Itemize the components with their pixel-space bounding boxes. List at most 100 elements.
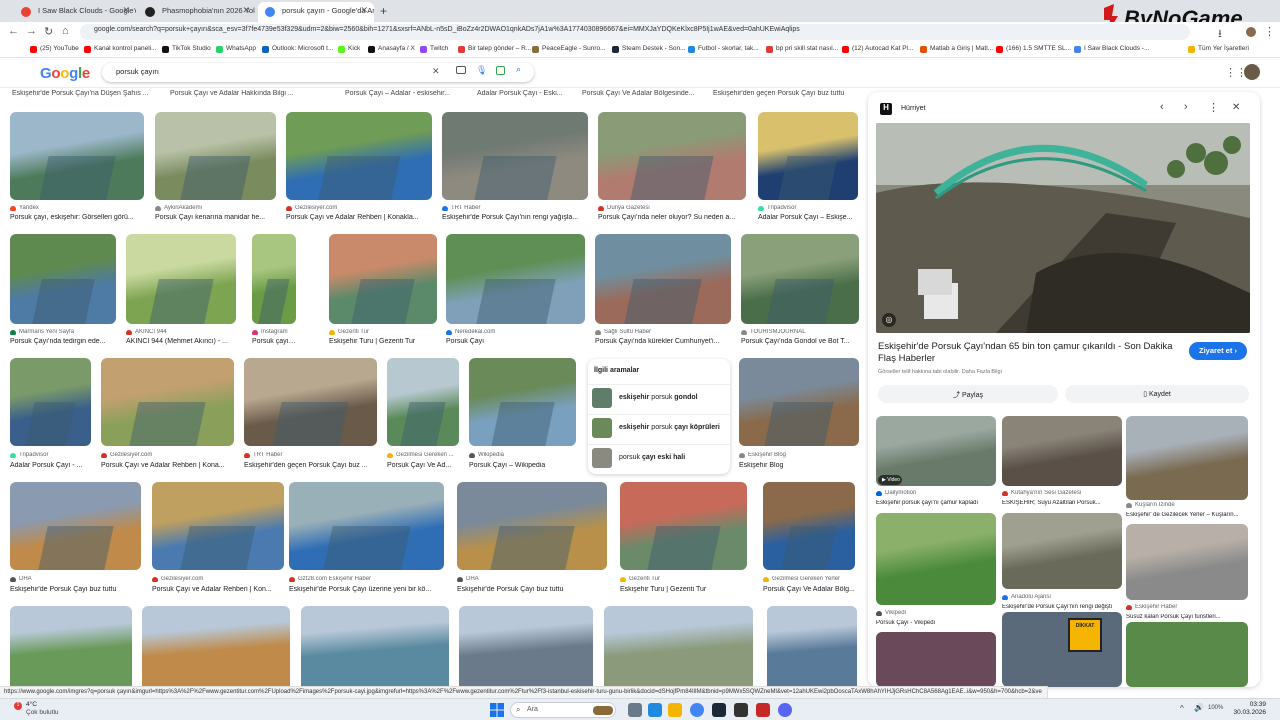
image-caption[interactable]: Porsuk Çayı'nda neler oluyor? Su neden a… [598,214,746,221]
tab-3-active[interactable]: porsuk çayırı - Google'da Ara ✕ [258,2,374,22]
image-result-thumbnail[interactable] [442,112,588,200]
bookmark-item[interactable]: PeaceEagle - Sunro... [532,45,606,53]
app-icon[interactable] [734,703,748,717]
image-caption[interactable]: Adalar Porsuk Çayı - ... [10,462,91,469]
image-result-thumbnail[interactable] [620,482,747,570]
image-result-thumbnail[interactable] [598,112,746,200]
bookmark-item[interactable]: Bir talep gönder – R... [458,45,531,53]
discord-icon[interactable] [778,703,792,717]
related-image-source[interactable]: Kütahya'nın Sesi Gazetesi [1002,490,1122,496]
image-source[interactable]: AykiriAkademi [155,205,276,211]
image-result-thumbnail[interactable] [152,482,284,570]
image-result-thumbnail[interactable] [604,606,753,686]
close-icon[interactable]: ✕ [360,5,368,16]
menu-icon[interactable]: ⋮ [1264,25,1275,38]
strip-caption[interactable]: Porsuk Çayı Ve Adalar Bölgesinde... [582,90,702,97]
google-logo[interactable]: Google [40,65,90,82]
image-result-thumbnail[interactable] [289,482,444,570]
weather-desc[interactable]: Çok bulutlu [26,709,59,716]
bookmark-item[interactable]: (166) 1.5 SMTTE SL... [996,45,1071,53]
image-source[interactable]: Gzt28.com Eskişehir Haber [289,576,444,582]
related-image-thumbnail[interactable] [1002,416,1122,486]
profile-avatar[interactable] [1246,27,1256,37]
bookmark-item[interactable]: Kick [338,45,360,53]
strip-caption[interactable]: Eskişehir'den geçen Porsuk Çayı buz tutt… [713,90,853,97]
related-image-source[interactable]: Anadolu Ajansı [1002,594,1122,600]
related-image-caption[interactable]: Eskişehir' de Gezilecek Yerler – Kuşları… [1126,512,1248,518]
image-caption[interactable]: Porsuk çayı, eskişehir: Görselleri görü.… [10,214,144,221]
image-result-thumbnail[interactable] [101,358,234,446]
image-source[interactable]: Gezenti Tur [329,329,437,335]
image-caption[interactable]: Eskişehir'de Porsuk Çayı buz tuttu [10,586,141,593]
image-source[interactable]: Marmaris Yeni Sayfa [10,329,116,335]
image-caption[interactable]: Porsuk Çayı'nda Gondol ve Bot T... [741,338,859,345]
related-image-caption[interactable]: Eskişehir'de Porsuk Çayı'nın rengi değiş… [1002,604,1122,610]
close-icon[interactable]: ✕ [122,5,130,16]
bookmark-item[interactable]: Anasayfa / X [368,45,415,53]
task-view-icon[interactable] [628,703,642,717]
bookmark-item[interactable]: bp pri skill stat nasıl... [766,45,838,53]
related-thumb-bottom[interactable] [876,632,996,687]
related-image-thumbnail[interactable] [1126,416,1248,500]
next-arrow-icon[interactable]: › [1184,101,1188,113]
tab-1[interactable]: I Saw Black Clouds - Google'da ✕ [14,2,136,22]
image-source[interactable]: Gezenti Tur [620,576,747,582]
related-image-caption[interactable]: Eskişehir porsuk çayı'nı çamur kapladı [876,500,996,506]
related-image-source[interactable]: Vikipedi [876,610,996,616]
image-source[interactable]: Wikipedia [469,452,576,458]
strip-caption[interactable]: Porsuk Çayı – Adalar - eskisehir... [345,90,463,97]
bookmark-item[interactable]: Matlab a Giriş | Matl... [920,45,993,53]
image-source[interactable]: Gezilesiyer.com [101,452,234,458]
forward-arrow-icon[interactable]: → [26,25,37,37]
image-caption[interactable]: Adalar Porsuk Çayı – Eskişe... [758,214,858,221]
image-source[interactable]: Yandex [10,205,144,211]
microphone-icon[interactable]: 🎙 [476,65,487,76]
clock-time[interactable]: 03:39 [1240,701,1266,708]
image-source[interactable]: Neredekal.com [446,329,585,335]
related-image-caption[interactable]: ESKİŞEHİR; Suyu Azaltılan Porsuk... [1002,500,1122,506]
edge-icon[interactable] [648,703,662,717]
bookmark-item[interactable]: I Saw Black Clouds -... [1074,45,1149,53]
taskbar-search-input[interactable]: ⌕ Ara [510,702,616,718]
volume-icon[interactable]: 🔊 [1194,703,1204,712]
keyboard-icon[interactable] [456,66,466,74]
image-result-thumbnail[interactable] [10,482,141,570]
image-source[interactable]: Gezilmesi Gereken Yerler [763,576,855,582]
image-source[interactable]: Dünya Gazetesi [598,205,746,211]
image-caption[interactable]: Eskişehir Turu | Gezenti Tur [620,586,747,593]
image-result-thumbnail[interactable] [457,482,607,570]
bookmark-item[interactable]: TikTok Studio [162,45,211,53]
related-thumb-bottom[interactable] [1126,622,1248,687]
image-caption[interactable]: Eskişehir'de Porsuk Çayı buz tuttu [457,586,607,593]
close-icon[interactable]: ✕ [1232,102,1240,113]
image-caption[interactable]: Eskişehir'de Porsuk Çayı üzerine yeni bi… [289,586,444,593]
url-field[interactable]: google.com/search?q=porsuk+çayırı&sca_es… [80,24,1190,40]
image-result-thumbnail[interactable] [126,234,236,324]
file-explorer-icon[interactable] [668,703,682,717]
image-caption[interactable]: Eskişehir Blog [739,462,859,469]
weather-temp[interactable]: 4°C [26,701,37,708]
related-image-thumbnail[interactable] [1126,524,1248,600]
tray-chevron-icon[interactable]: ^ [1180,704,1184,713]
image-result-thumbnail[interactable] [446,234,585,324]
related-item[interactable]: eskişehir porsuk gondol [588,384,730,412]
home-icon[interactable]: ⌂ [62,25,69,37]
image-caption[interactable]: Porsuk Çayı Ve Adalar Bölg... [763,586,855,593]
close-icon[interactable]: ✕ [242,5,250,16]
image-source[interactable]: AKINCI 944 [126,329,236,335]
image-caption[interactable]: Porsuk çayı/Ad... [252,338,296,345]
image-source[interactable]: DHA [10,576,141,582]
image-result-thumbnail[interactable] [155,112,276,200]
image-result-thumbnail[interactable] [739,358,859,446]
related-image-thumbnail[interactable] [1002,513,1122,589]
bookmark-item[interactable]: Outlook: Microsoft t... [262,45,333,53]
account-avatar[interactable] [1244,64,1260,80]
related-image-source[interactable]: Kuşların İzinde [1126,502,1248,508]
image-source[interactable]: TRT Haber [442,205,588,211]
all-bookmarks-button[interactable]: Tüm Yer İşaretleri [1188,45,1249,53]
strip-caption[interactable]: Eskişehir'de Porsuk Çayı'na Düşen Şahıs … [12,90,158,97]
image-caption[interactable]: Porsuk Çayı ve Adalar Rehberi | Kon... [152,586,284,593]
bookmark-item[interactable]: Futbol - skorlar, tak... [688,45,759,53]
image-caption[interactable]: Porsuk Çayı – Wikipedia [469,462,576,469]
image-result-thumbnail[interactable] [286,112,432,200]
